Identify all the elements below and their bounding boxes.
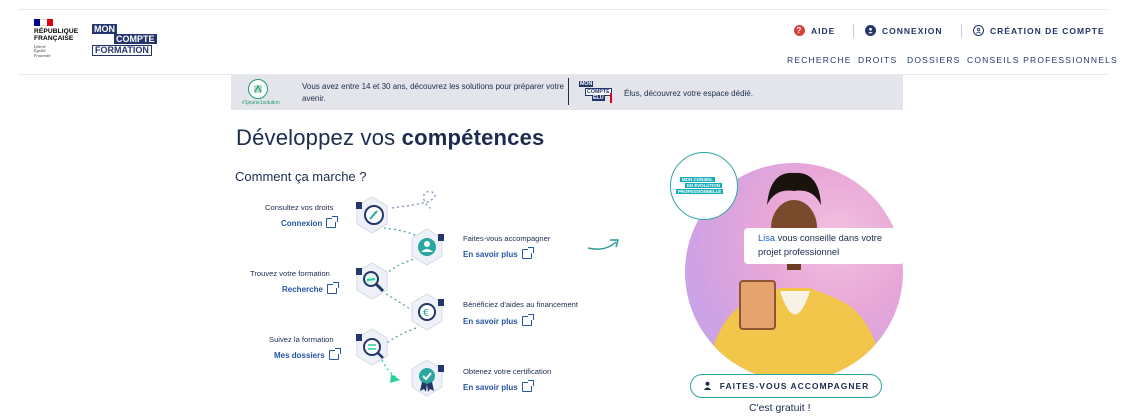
help-link[interactable]: ? AIDE <box>794 25 835 36</box>
step-accompagner-label: Faites-vous accompagner <box>463 234 551 243</box>
login-link[interactable]: CONNEXION <box>865 25 942 36</box>
nav-conseils-professionnels[interactable]: CONSEILS PROFESSIONNELS <box>967 55 1118 65</box>
signup-link[interactable]: CRÉATION DE COMPTE <box>973 25 1105 36</box>
step-mes-dossiers-link[interactable]: Mes dossiers <box>274 348 341 360</box>
step-financement-link[interactable]: En savoir plus <box>463 314 534 326</box>
mon-conseil-evolution-badge: MON CONSEIL EN ÉVOLUTION PROFESSIONNELLE <box>670 152 738 220</box>
euro-icon: € <box>410 293 444 331</box>
advisor-quote: Lisa vous conseille dans votre projet pr… <box>744 228 904 264</box>
person-icon <box>703 381 712 392</box>
republique-motto: Liberté Égalité Fraternité <box>34 44 51 58</box>
step-certification-label: Obtenez votre certification <box>463 367 552 376</box>
person-icon <box>410 228 444 266</box>
step-recherche-link[interactable]: Recherche <box>282 282 339 294</box>
elu-text[interactable]: Élus, découvrez votre espace dédié. <box>624 89 753 98</box>
step-connexion-link[interactable]: Connexion <box>281 216 339 228</box>
step-consultez-droits-label: Consultez vos droits <box>265 203 334 212</box>
external-link-icon <box>326 282 339 294</box>
certification-icon <box>410 359 444 397</box>
step-certification-link[interactable]: En savoir plus <box>463 380 534 392</box>
republique-name: RÉPUBLIQUE FRANÇAISE <box>34 28 79 42</box>
user-circle-icon <box>973 25 984 36</box>
nav-dossiers[interactable]: DOSSIERS <box>907 55 961 65</box>
external-link-icon <box>521 247 534 259</box>
nav-separator <box>961 24 962 38</box>
checklist-icon <box>355 328 389 366</box>
svg-text:€: € <box>423 308 429 319</box>
question-icon: ? <box>794 25 805 36</box>
mon-compte-formation-logo[interactable]: MON COMPTE FORMATION <box>92 24 158 57</box>
info-banner: #1jeune1solution Vous avez entre 14 et 3… <box>231 75 903 110</box>
step-accompagner-link[interactable]: En savoir plus <box>463 247 534 259</box>
banner-separator <box>568 78 569 105</box>
section-subtitle: Comment ça marche ? <box>235 169 367 184</box>
faites-vous-accompagner-button[interactable]: FAITES-VOUS ACCOMPAGNER <box>690 374 882 398</box>
jeune-solution-logo[interactable] <box>248 79 268 99</box>
republique-francaise-logo[interactable]: RÉPUBLIQUE FRANÇAISE Liberté Égalité Fra… <box>34 19 96 58</box>
nav-recherche[interactable]: RECHERCHE <box>787 55 852 65</box>
nav-separator <box>853 24 854 38</box>
external-link-icon <box>521 380 534 392</box>
nav-droits[interactable]: DROITS <box>858 55 897 65</box>
gauge-icon <box>355 196 389 234</box>
step-financement-label: Bénéficiez d'aides au financement <box>463 300 579 309</box>
header-top-divider <box>18 9 1108 10</box>
jeune-text[interactable]: Vous avez entre 14 et 30 ans, découvrez … <box>302 81 572 105</box>
page-title: Développez vos compétences <box>236 125 545 150</box>
magnifier-icon <box>355 262 389 300</box>
jeune-tag: #1jeune1solution <box>242 100 280 106</box>
free-notice: C'est gratuit ! <box>749 402 811 414</box>
mon-compte-elu-logo[interactable]: MON COMPTE ÉLU <box>579 81 613 103</box>
external-link-icon <box>328 348 341 360</box>
step-suivez-formation-label: Suivez la formation <box>269 335 334 344</box>
french-flag-icon <box>34 19 53 26</box>
external-link-icon <box>521 314 534 326</box>
external-link-icon <box>326 216 339 228</box>
user-icon <box>865 25 876 36</box>
step-trouvez-formation-label: Trouvez votre formation <box>250 269 330 278</box>
